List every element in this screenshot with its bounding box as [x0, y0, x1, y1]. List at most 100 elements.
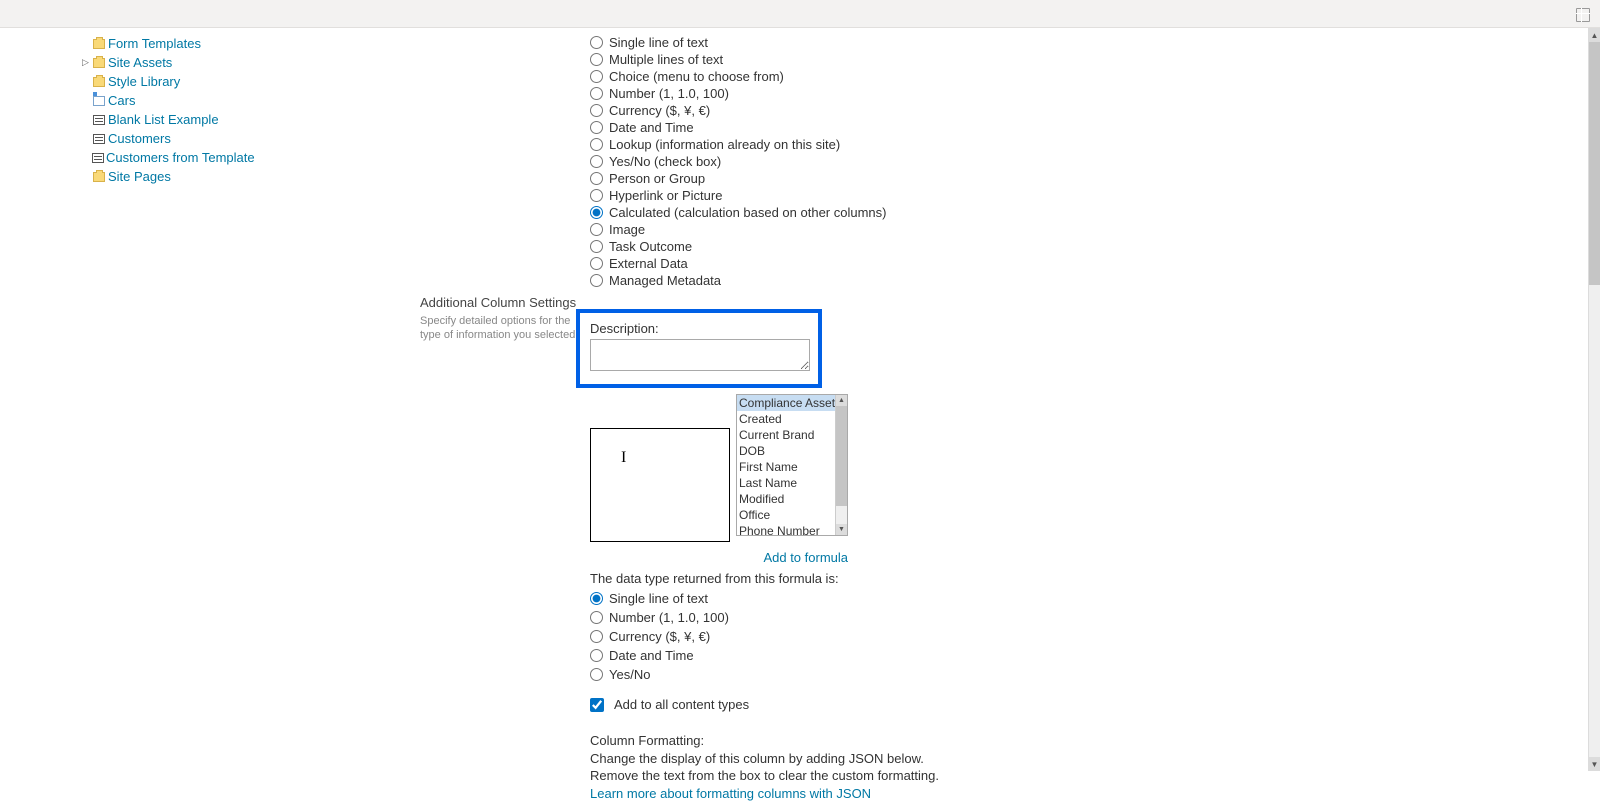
return-type-option[interactable]: Number (1, 1.0, 100) — [590, 609, 1200, 626]
return-type-radio[interactable] — [590, 611, 603, 624]
tree-item[interactable]: Form Templates — [92, 34, 240, 53]
column-type-option[interactable]: Yes/No (check box) — [590, 153, 1200, 170]
tree-item[interactable]: Cars — [92, 91, 240, 110]
return-type-option[interactable]: Yes/No — [590, 666, 1200, 683]
add-to-content-types-checkbox[interactable] — [590, 698, 604, 712]
column-type-radio[interactable] — [590, 36, 603, 49]
return-type-radio[interactable] — [590, 649, 603, 662]
listbox-scrollbar[interactable]: ▲ ▼ — [835, 395, 847, 535]
folder-icon — [92, 38, 106, 50]
return-type-option[interactable]: Single line of text — [590, 590, 1200, 607]
column-type-option[interactable]: Single line of text — [590, 34, 1200, 51]
description-input[interactable] — [590, 339, 810, 371]
column-type-option[interactable]: Calculated (calculation based on other c… — [590, 204, 1200, 221]
column-type-option[interactable]: Image — [590, 221, 1200, 238]
insert-column-option[interactable]: Office — [737, 507, 835, 523]
column-type-option[interactable]: Task Outcome — [590, 238, 1200, 255]
insert-column-option[interactable]: Compliance Asset Id — [737, 395, 835, 411]
column-type-option[interactable]: Managed Metadata — [590, 272, 1200, 289]
column-type-option[interactable]: Choice (menu to choose from) — [590, 68, 1200, 85]
column-type-option[interactable]: Currency ($, ¥, €) — [590, 102, 1200, 119]
return-type-option[interactable]: Date and Time — [590, 647, 1200, 664]
scroll-up-icon[interactable]: ▲ — [836, 395, 847, 406]
return-type-label: Single line of text — [609, 591, 708, 606]
column-type-radio[interactable] — [590, 70, 603, 83]
insert-column-option[interactable]: Current Brand — [737, 427, 835, 443]
return-type-radio[interactable] — [590, 668, 603, 681]
tree-item-label[interactable]: Site Assets — [108, 55, 172, 70]
column-type-option[interactable]: Person or Group — [590, 170, 1200, 187]
picture-library-icon — [92, 95, 106, 107]
column-type-radio[interactable] — [590, 155, 603, 168]
list-icon — [92, 152, 104, 164]
tree-item[interactable]: Customers — [92, 129, 240, 148]
insert-column-option[interactable]: First Name — [737, 459, 835, 475]
return-type-radio[interactable] — [590, 592, 603, 605]
tree-item[interactable]: Site Pages — [92, 167, 240, 186]
column-type-option[interactable]: External Data — [590, 255, 1200, 272]
column-type-label: Date and Time — [609, 120, 694, 135]
tree-item-label[interactable]: Blank List Example — [108, 112, 219, 127]
column-type-option[interactable]: Lookup (information already on this site… — [590, 136, 1200, 153]
return-type-radio[interactable] — [590, 630, 603, 643]
column-type-radio[interactable] — [590, 206, 603, 219]
insert-column-listbox[interactable]: Compliance Asset IdCreatedCurrent BrandD… — [736, 394, 848, 536]
column-type-option[interactable]: Number (1, 1.0, 100) — [590, 85, 1200, 102]
tree-item-label[interactable]: Customers from Template — [106, 150, 255, 165]
column-formatting-line1: Change the display of this column by add… — [590, 750, 1200, 768]
column-type-radios: Single line of textMultiple lines of tex… — [590, 34, 1200, 289]
column-type-radio[interactable] — [590, 189, 603, 202]
scroll-down-icon[interactable]: ▼ — [836, 524, 847, 535]
column-type-option[interactable]: Multiple lines of text — [590, 51, 1200, 68]
tree-item[interactable]: Style Library — [92, 72, 240, 91]
tree-item-label[interactable]: Site Pages — [108, 169, 171, 184]
tree-item-label[interactable]: Cars — [108, 93, 135, 108]
insert-column-option[interactable]: Modified — [737, 491, 835, 507]
tree-item[interactable]: Customers from Template — [92, 148, 240, 167]
column-type-label: Image — [609, 222, 645, 237]
return-type-radios: Single line of text Number (1, 1.0, 100) C… — [590, 590, 1200, 683]
column-type-option[interactable]: Date and Time — [590, 119, 1200, 136]
scroll-down-icon[interactable]: ▼ — [1589, 757, 1600, 771]
formatting-json-link[interactable]: Learn more about formatting columns with… — [590, 786, 871, 801]
tree-item-label[interactable]: Style Library — [108, 74, 180, 89]
add-to-content-types-label: Add to all content types — [614, 697, 749, 712]
scroll-thumb[interactable] — [836, 406, 847, 506]
column-type-radio[interactable] — [590, 240, 603, 253]
insert-column-option[interactable]: DOB — [737, 443, 835, 459]
folder-icon — [92, 76, 106, 88]
focus-content-icon[interactable] — [1576, 8, 1590, 22]
tree-expander-icon[interactable]: ▷ — [82, 57, 89, 68]
column-type-radio[interactable] — [590, 87, 603, 100]
tree-item[interactable]: ▷Site Assets — [92, 53, 240, 72]
column-type-label: External Data — [609, 256, 688, 271]
formula-input[interactable]: I — [590, 428, 730, 542]
column-type-radio[interactable] — [590, 274, 603, 287]
page-scrollbar[interactable]: ▲ ▼ — [1588, 28, 1600, 771]
list-icon — [92, 133, 106, 145]
tree-item[interactable]: Blank List Example — [92, 110, 240, 129]
column-type-radio[interactable] — [590, 138, 603, 151]
column-type-radio[interactable] — [590, 121, 603, 134]
scroll-thumb[interactable] — [1589, 42, 1600, 285]
tree-item-label[interactable]: Customers — [108, 131, 171, 146]
return-type-option[interactable]: Currency ($, ¥, €) — [590, 628, 1200, 645]
insert-column-option[interactable]: Created — [737, 411, 835, 427]
add-to-formula-link[interactable]: Add to formula — [590, 550, 848, 565]
scroll-up-icon[interactable]: ▲ — [1589, 28, 1600, 42]
column-formatting-heading: Column Formatting: — [590, 732, 1200, 750]
column-type-label: Managed Metadata — [609, 273, 721, 288]
column-type-option[interactable]: Hyperlink or Picture — [590, 187, 1200, 204]
column-type-radio[interactable] — [590, 257, 603, 270]
description-label: Description: — [590, 321, 808, 336]
return-type-label: Number (1, 1.0, 100) — [609, 610, 729, 625]
insert-column-option[interactable]: Phone Number — [737, 523, 835, 535]
insert-column-option[interactable]: Last Name — [737, 475, 835, 491]
column-type-radio[interactable] — [590, 223, 603, 236]
column-formatting-line2: Remove the text from the box to clear th… — [590, 767, 1200, 785]
column-type-radio[interactable] — [590, 53, 603, 66]
column-type-label: Currency ($, ¥, €) — [609, 103, 710, 118]
column-type-radio[interactable] — [590, 104, 603, 117]
column-type-radio[interactable] — [590, 172, 603, 185]
tree-item-label[interactable]: Form Templates — [108, 36, 201, 51]
